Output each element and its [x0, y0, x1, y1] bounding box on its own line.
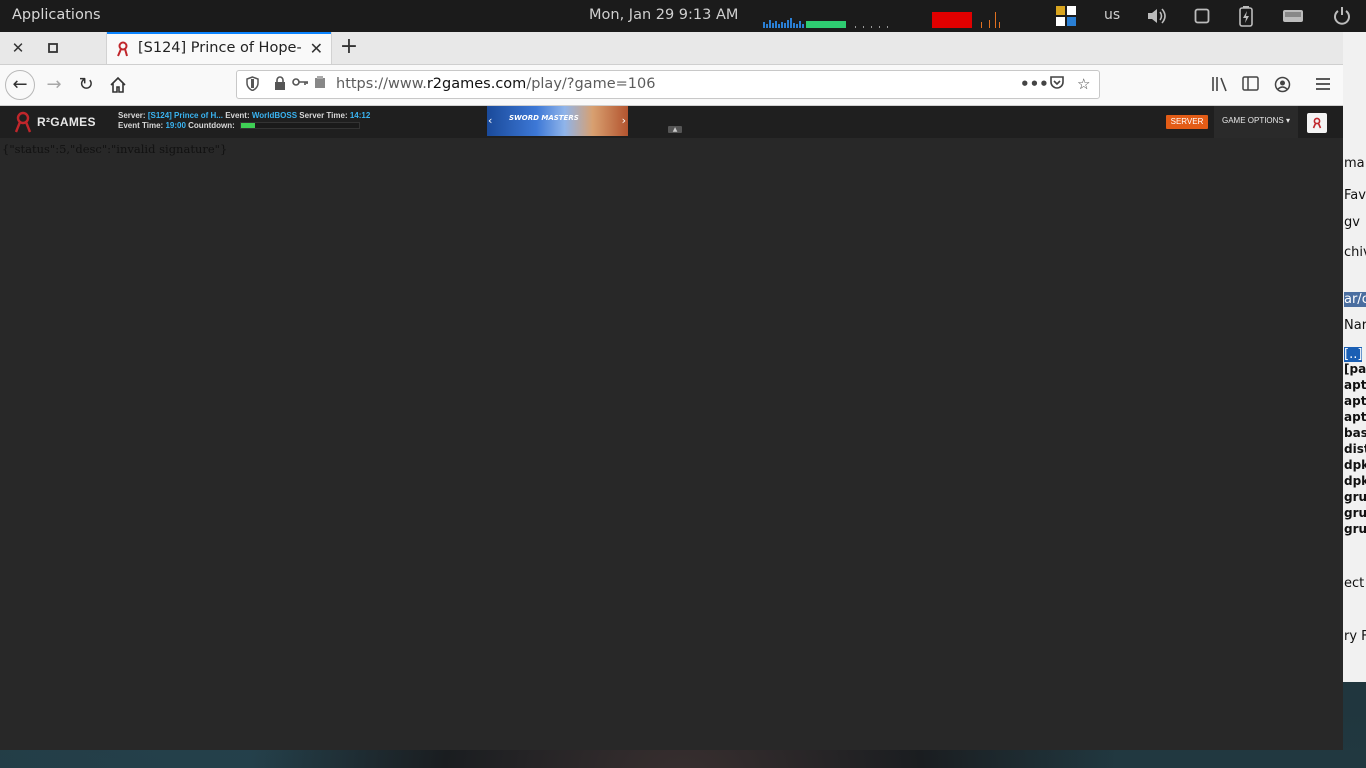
forward-button[interactable]: → — [39, 70, 69, 100]
file-manager-row[interactable]: bas — [1344, 426, 1366, 440]
file-manager-row[interactable]: dist — [1344, 442, 1366, 456]
file-manager-row[interactable]: gru — [1344, 490, 1366, 504]
navigation-toolbar: ← → ↻ https://www.r2games.com/play/?game… — [0, 65, 1343, 106]
collapse-header-button[interactable]: ▲ — [668, 126, 682, 133]
server-value[interactable]: [S124] Prince of H... — [148, 111, 223, 120]
r2games-favicon-icon — [115, 41, 131, 57]
file-manager-row[interactable]: chiv — [1344, 245, 1366, 260]
window-maximize-icon[interactable] — [43, 38, 63, 58]
account-icon[interactable] — [1274, 76, 1291, 97]
file-manager-row[interactable]: ect — [1344, 576, 1364, 591]
server-time-value: 14:12 — [349, 111, 371, 120]
drive-icon[interactable] — [1282, 5, 1304, 27]
tab-title: [S124] Prince of Hope-Le — [138, 40, 302, 56]
system-top-bar: Applications Mon, Jan 29 9:13 AM us — [0, 0, 1366, 32]
tab-bar: ✕ [S124] Prince of Hope-Le ✕ + — [0, 32, 1343, 65]
event-value: WorldBOSS — [251, 111, 298, 120]
volume-icon[interactable] — [1145, 5, 1169, 27]
file-manager-row[interactable]: gru — [1344, 522, 1366, 536]
event-time-value: 19:00 — [165, 121, 186, 130]
page-permissions-icon[interactable] — [314, 76, 326, 93]
r2games-logo[interactable]: R²GAMES — [12, 110, 96, 134]
url-text: https://www.r2games.com/play/?game=106 — [336, 76, 656, 92]
key-icon[interactable] — [292, 76, 309, 92]
banner-next-icon[interactable]: › — [622, 114, 626, 127]
banner-prev-icon[interactable]: ‹ — [488, 114, 492, 127]
server-label: Server: — [118, 111, 146, 120]
tracking-protection-icon[interactable] — [246, 76, 259, 95]
window-icon[interactable] — [1193, 5, 1211, 27]
file-manager-row[interactable]: Fav — [1344, 188, 1366, 203]
file-manager-row[interactable]: ry F — [1344, 629, 1366, 644]
server-info: Server: [S124] Prince of H... Event: Wor… — [118, 111, 370, 131]
file-manager-row[interactable]: dpk — [1344, 474, 1366, 488]
file-manager-row[interactable]: gv — [1344, 215, 1360, 230]
clock[interactable]: Mon, Jan 29 9:13 AM — [589, 7, 738, 23]
tab-close-icon[interactable]: ✕ — [310, 39, 323, 58]
file-manager-row[interactable]: Nar — [1344, 318, 1366, 333]
color-grid-icon[interactable] — [1055, 5, 1077, 27]
browser-window: ✕ [S124] Prince of Hope-Le ✕ + ← → ↻ htt… — [0, 32, 1343, 750]
server-time-label: Server Time: — [299, 111, 348, 120]
lock-icon[interactable] — [274, 76, 286, 94]
file-manager-row[interactable]: apt — [1344, 378, 1366, 392]
brand-name: R²GAMES — [37, 115, 96, 129]
bookmark-star-icon[interactable]: ☆ — [1077, 75, 1090, 93]
reload-button[interactable]: ↻ — [71, 70, 101, 100]
event-label: Event: — [225, 111, 250, 120]
file-manager-row[interactable]: gru — [1344, 506, 1366, 520]
new-tab-button[interactable]: + — [338, 35, 360, 59]
power-icon[interactable] — [1330, 5, 1354, 27]
countdown-progress-fill — [241, 123, 256, 129]
tab-r2games[interactable]: [S124] Prince of Hope-Le ✕ — [107, 32, 331, 64]
r2games-logo-icon — [14, 111, 32, 133]
sidebar-icon[interactable] — [1242, 76, 1259, 95]
r2-side-button[interactable] — [1307, 113, 1327, 133]
page-content: R²GAMES Server: [S124] Prince of H... Ev… — [0, 106, 1343, 750]
back-button[interactable]: ← — [5, 70, 35, 100]
window-close-icon[interactable]: ✕ — [8, 38, 28, 58]
file-manager-row[interactable]: ar/c — [1344, 292, 1366, 307]
server-button[interactable]: SERVER — [1166, 115, 1208, 129]
background-file-manager-window[interactable]: ma Fav gv chiv ar/c Nar [..][pa apt apt apt bas dis… — [1343, 32, 1366, 682]
home-button[interactable] — [103, 70, 133, 100]
file-manager-row[interactable]: dpk — [1344, 458, 1366, 472]
event-time-label: Event Time: — [118, 121, 164, 130]
keyboard-layout-indicator[interactable]: us — [1104, 7, 1120, 23]
url-bar[interactable]: https://www.r2games.com/play/?game=106 •… — [236, 70, 1100, 99]
file-manager-row[interactable]: apt — [1344, 410, 1366, 424]
file-manager-row[interactable]: [..] — [1344, 347, 1363, 362]
file-manager-row[interactable]: ma — [1344, 156, 1365, 171]
page-actions-icon[interactable]: ••• — [1020, 75, 1049, 93]
game-banner[interactable]: ‹ SWORD MASTERS › — [487, 106, 628, 136]
game-options-button[interactable]: GAME OPTIONS ▾ — [1214, 106, 1298, 138]
file-manager-row[interactable]: [pa — [1344, 362, 1366, 376]
game-header-bar: R²GAMES Server: [S124] Prince of H... Ev… — [0, 106, 1343, 138]
file-manager-row[interactable]: apt — [1344, 394, 1366, 408]
library-icon[interactable] — [1211, 76, 1229, 96]
countdown-progress-bar — [240, 122, 361, 130]
applications-menu[interactable]: Applications — [12, 7, 101, 23]
error-message: {"status":5,"desc":"invalid signature"} — [2, 142, 228, 156]
countdown-label: Countdown: — [188, 121, 235, 130]
battery-icon[interactable] — [1236, 5, 1256, 27]
hamburger-menu-icon[interactable] — [1315, 76, 1331, 95]
banner-text: SWORD MASTERS — [509, 114, 579, 122]
pocket-icon[interactable] — [1049, 75, 1065, 94]
system-monitor-graph[interactable] — [763, 8, 1003, 28]
